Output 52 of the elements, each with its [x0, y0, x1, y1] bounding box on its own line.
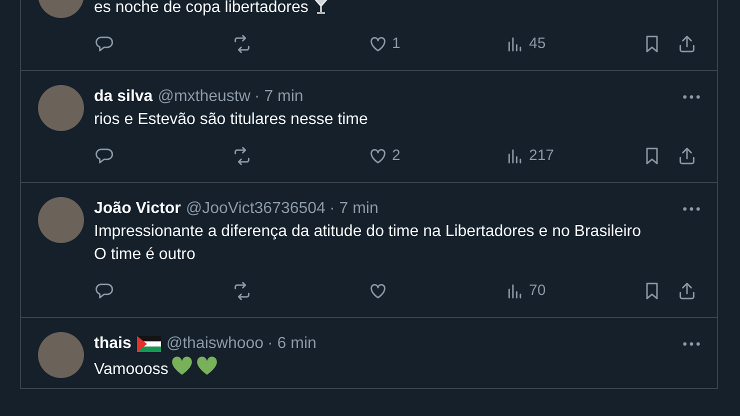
- post-text: Vamoooss: [94, 361, 168, 378]
- count: 1: [392, 34, 400, 54]
- count: 2: [392, 146, 400, 166]
- repost-button[interactable]: [232, 146, 252, 166]
- avatar: [38, 85, 84, 131]
- user-name[interactable]: João Victor: [94, 197, 181, 220]
- speech-bubble-icon: [94, 281, 114, 301]
- heart-icon: [368, 34, 388, 54]
- like-button[interactable]: [368, 281, 388, 301]
- views-button[interactable]: 70: [505, 280, 546, 302]
- post-text: es noche de copa libertadores: [94, 0, 308, 16]
- share-icon[interactable]: [677, 146, 697, 166]
- speech-bubble-icon: [94, 146, 114, 166]
- views-button[interactable]: 45: [505, 32, 546, 56]
- post-text: O time é outro: [94, 245, 196, 265]
- repost-button[interactable]: [232, 34, 252, 54]
- like-button[interactable]: 2: [368, 144, 400, 168]
- count: 217: [529, 146, 554, 166]
- reply-button[interactable]: [94, 34, 114, 54]
- heart-icon: [368, 281, 388, 301]
- views-button[interactable]: 217: [505, 144, 554, 168]
- post-text: rios e Estevão são titulares nesse time: [94, 110, 369, 130]
- reply-button[interactable]: [94, 281, 114, 301]
- flag-icon: [137, 336, 162, 352]
- user-name[interactable]: da silva: [94, 85, 153, 108]
- share-icon[interactable]: [677, 281, 697, 301]
- count: 70: [529, 280, 546, 301]
- speech-bubble-icon: [94, 34, 114, 54]
- avatar: [38, 197, 84, 243]
- user-handle: @thaiswhooo: [166, 334, 264, 354]
- count: 45: [529, 34, 546, 54]
- avatar: [38, 332, 84, 378]
- post-text: Impressionante a diferença da atitude do time na Libertadores e no Brasileiro: [94, 222, 642, 242]
- post-time: · 7 min: [254, 87, 304, 107]
- repost-icon: [232, 146, 252, 166]
- user-handle: @mxtheustw: [158, 87, 250, 107]
- repost-icon: [232, 281, 252, 301]
- reply-button[interactable]: [94, 146, 114, 166]
- like-button[interactable]: 1: [368, 32, 400, 56]
- more-icon[interactable]: [682, 94, 701, 100]
- post-time: · 6 min: [268, 334, 316, 354]
- share-icon[interactable]: [677, 34, 697, 54]
- repost-icon: [232, 34, 252, 54]
- heart-icon: [171, 355, 194, 377]
- user-name[interactable]: thais: [94, 332, 132, 355]
- post-time: · 7 min: [329, 199, 378, 219]
- more-icon[interactable]: [682, 206, 701, 212]
- heart-icon: [368, 146, 388, 166]
- more-icon[interactable]: [682, 340, 701, 346]
- repost-button[interactable]: [232, 281, 252, 301]
- user-handle: @JooVict36736504: [186, 199, 326, 219]
- heart-icon: [196, 355, 218, 377]
